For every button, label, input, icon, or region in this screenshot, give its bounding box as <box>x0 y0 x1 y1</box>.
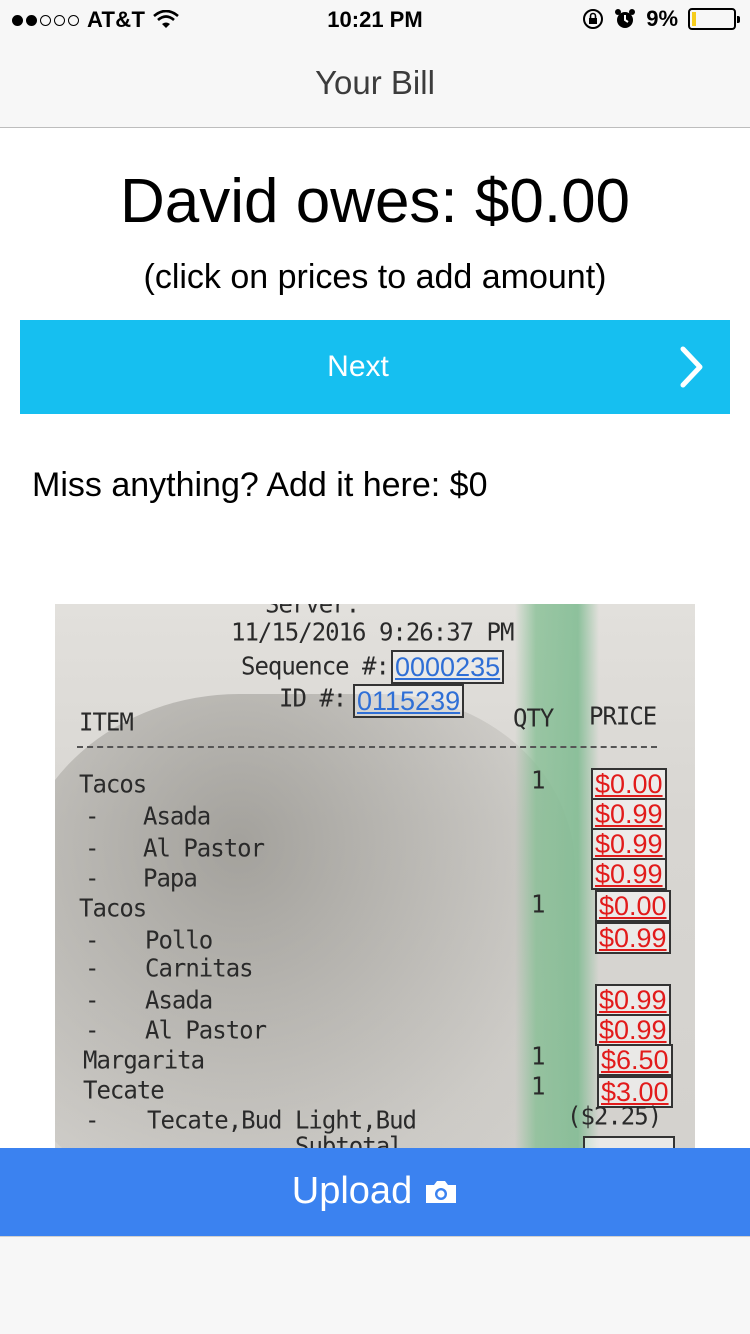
receipt-line-dash: - <box>85 925 99 955</box>
receipt-item-name: Al Pastor <box>143 833 265 863</box>
receipt-line-dash: - <box>85 1015 99 1045</box>
amount-owed-heading: David owes: $0.00 <box>119 167 631 236</box>
price-button[interactable]: $0.00 <box>591 768 667 800</box>
receipt-image: Server: 11/15/2016 9:26:37 PM Sequence #… <box>55 604 695 1148</box>
receipt-sequence-label: Sequence #: <box>241 651 390 681</box>
receipt-item-name: Tecate,Bud Light,Bud <box>147 1105 417 1135</box>
price-button[interactable]: $0.00 <box>595 890 671 922</box>
price-button[interactable]: $0.99 <box>591 858 667 890</box>
receipt-item-name: Tacos <box>79 893 147 923</box>
receipt-item-name: Al Pastor <box>145 1015 267 1045</box>
sequence-number-link[interactable]: 0000235 <box>391 650 505 684</box>
chevron-right-icon <box>680 346 703 388</box>
navigation-bar: Your Bill <box>0 40 750 128</box>
status-right: 9% <box>582 6 740 32</box>
receipt-line-dash: - <box>85 833 99 863</box>
next-button-label: Next <box>327 350 389 383</box>
receipt-item-qty: 1 <box>531 765 545 795</box>
receipt-discount: ($2.25) <box>567 1101 662 1131</box>
upload-button[interactable]: Upload <box>0 1148 750 1236</box>
add-missing-amount-link[interactable]: Miss anything? Add it here: $0 <box>32 466 488 505</box>
receipt-line-dash: - <box>85 953 99 983</box>
column-header-item: ITEM <box>79 707 134 737</box>
battery-percent: 9% <box>646 6 678 31</box>
battery-icon <box>688 8 740 30</box>
receipt-id-label: ID #: <box>279 683 347 713</box>
price-button[interactable]: $6.50 <box>597 1044 673 1076</box>
price-button[interactable]: $0.99 <box>595 984 671 1016</box>
battery-level-fill <box>692 12 696 26</box>
highlighter-mark <box>515 604 599 1148</box>
upload-button-content: Upload <box>0 1170 750 1213</box>
receipt-line-dash: - <box>85 801 99 831</box>
status-bar: AT&T 10:21 PM 9% <box>0 0 750 40</box>
screen: AT&T 10:21 PM 9% Your Bill David owes: $… <box>0 0 750 1334</box>
column-header-price: PRICE <box>589 701 657 731</box>
receipt-item-name: Margarita <box>83 1045 205 1075</box>
instruction-text: (click on prices to add amount) <box>143 258 607 296</box>
camera-icon <box>426 1180 457 1203</box>
receipt-item-qty: 1 <box>531 1071 545 1101</box>
receipt-item-name: Asada <box>143 801 211 831</box>
alarm-icon <box>615 9 636 28</box>
receipt-line-dash: - <box>85 863 99 893</box>
id-number-link[interactable]: 0115239 <box>353 684 465 718</box>
receipt-item-qty: 1 <box>531 1041 545 1071</box>
bottom-bar <box>0 1236 750 1334</box>
price-button[interactable]: $0.99 <box>595 922 671 954</box>
receipt-datetime: 11/15/2016 9:26:37 PM <box>231 617 514 647</box>
price-button[interactable]: $0.99 <box>595 1014 671 1046</box>
column-header-qty: QTY <box>513 703 554 733</box>
receipt-item-name: Tecate <box>83 1075 165 1105</box>
rotation-lock-icon <box>583 9 604 29</box>
receipt-item-name: Asada <box>145 985 213 1015</box>
receipt-line-dash: - <box>85 985 99 1015</box>
price-button[interactable]: $0.99 <box>591 828 667 860</box>
price-button[interactable]: $0.99 <box>591 798 667 830</box>
receipt-item-name: Carnitas <box>145 953 254 983</box>
upload-button-label: Upload <box>291 1170 413 1212</box>
receipt-line-dash: - <box>85 1105 99 1135</box>
subtotal-price-box[interactable] <box>583 1136 675 1148</box>
receipt-item-name: Pollo <box>145 925 213 955</box>
receipt-item-name: Tacos <box>79 769 147 799</box>
receipt-item-qty: 1 <box>531 889 545 919</box>
next-button[interactable]: Next <box>20 320 730 414</box>
receipt-item-name: Papa <box>143 863 198 893</box>
page-title: Your Bill <box>315 64 435 101</box>
receipt-subtotal-label: Subtotal <box>295 1131 404 1148</box>
receipt-divider <box>77 746 657 748</box>
